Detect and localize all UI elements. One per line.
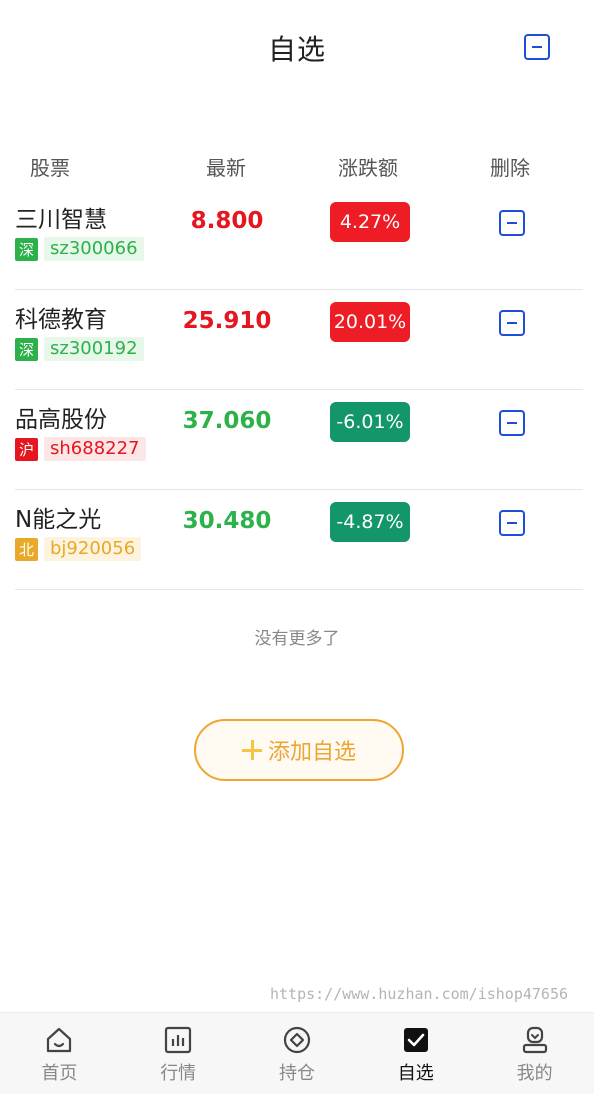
header: 自选 (0, 0, 594, 96)
stock-name: 科德教育 (15, 307, 107, 333)
stock-code: sz300066 (44, 237, 144, 261)
stock-name: 三川智慧 (15, 207, 107, 233)
stock-name: 品高股份 (15, 407, 107, 433)
add-watchlist-label: 添加自选 (267, 740, 356, 765)
tab-position[interactable]: 持仓 (238, 1013, 357, 1094)
change-badge: -6.01% (330, 402, 410, 442)
change-badge: 20.01% (330, 302, 410, 342)
change-badge: 4.27% (330, 202, 410, 242)
stock-code: sh688227 (44, 437, 146, 461)
tab-bar: 首页 行情 持仓 自选 我的 (0, 1012, 594, 1094)
stock-row[interactable]: 品高股份 沪 sh688227 37.060 -6.01% (15, 390, 583, 490)
stock-code: bj920056 (44, 537, 142, 561)
market-badge: 北 (15, 537, 38, 561)
delete-button[interactable] (499, 510, 525, 536)
tab-mine[interactable]: 我的 (475, 1013, 594, 1094)
tab-home[interactable]: 首页 (0, 1013, 119, 1094)
stock-row[interactable]: 科德教育 深 sz300192 25.910 20.01% (15, 290, 583, 390)
market-badge: 深 (15, 337, 38, 361)
delete-button[interactable] (499, 410, 525, 436)
watchlist: 三川智慧 深 sz300066 8.800 4.27% 科德教育 深 sz300… (15, 190, 583, 590)
no-more-text: 没有更多了 (254, 629, 340, 649)
tab-label: 行情 (160, 1063, 197, 1084)
column-headers: 股票 最新 涨跌额 删除 (0, 152, 594, 184)
tab-market[interactable]: 行情 (119, 1013, 238, 1094)
chart-icon (165, 1026, 192, 1054)
home-icon (47, 1027, 72, 1053)
delete-button[interactable] (499, 310, 525, 336)
change-badge: -4.87% (330, 502, 410, 542)
checkbox-icon (403, 1028, 428, 1052)
stock-name: N能之光 (15, 507, 102, 533)
latest-price: 37.060 (182, 408, 272, 434)
stock-row[interactable]: N能之光 北 bj920056 30.480 -4.87% (15, 490, 583, 590)
edit-mode-button[interactable] (524, 34, 550, 60)
latest-price: 25.910 (182, 308, 272, 334)
market-badge: 沪 (15, 437, 38, 461)
tab-watchlist[interactable]: 自选 (356, 1013, 475, 1094)
tab-label: 首页 (41, 1063, 78, 1084)
tab-label: 持仓 (278, 1063, 315, 1084)
stock-row[interactable]: 三川智慧 深 sz300066 8.800 4.27% (15, 190, 583, 290)
market-badge: 深 (15, 237, 38, 261)
column-header-delete: 删除 (490, 156, 530, 180)
user-icon (522, 1026, 547, 1054)
watermark: https://www.huzhan.com/ishop47656 (269, 985, 568, 1003)
latest-price: 8.800 (190, 208, 264, 234)
watchlist-page: 自选 股票 最新 涨跌额 删除 三川智慧 深 sz300066 8.800 4.… (0, 0, 594, 1094)
add-watchlist-button[interactable]: 添加自选 (194, 719, 404, 781)
tab-label: 我的 (516, 1063, 553, 1084)
position-icon (283, 1026, 311, 1054)
tab-label: 自选 (397, 1063, 434, 1084)
column-header-latest: 最新 (206, 156, 246, 180)
plus-icon (241, 740, 262, 760)
column-header-change: 涨跌额 (338, 156, 398, 180)
page-title: 自选 (267, 33, 326, 66)
delete-button[interactable] (499, 210, 525, 236)
latest-price: 30.480 (182, 508, 272, 534)
column-header-stock: 股票 (30, 156, 70, 180)
stock-code: sz300192 (44, 337, 144, 361)
